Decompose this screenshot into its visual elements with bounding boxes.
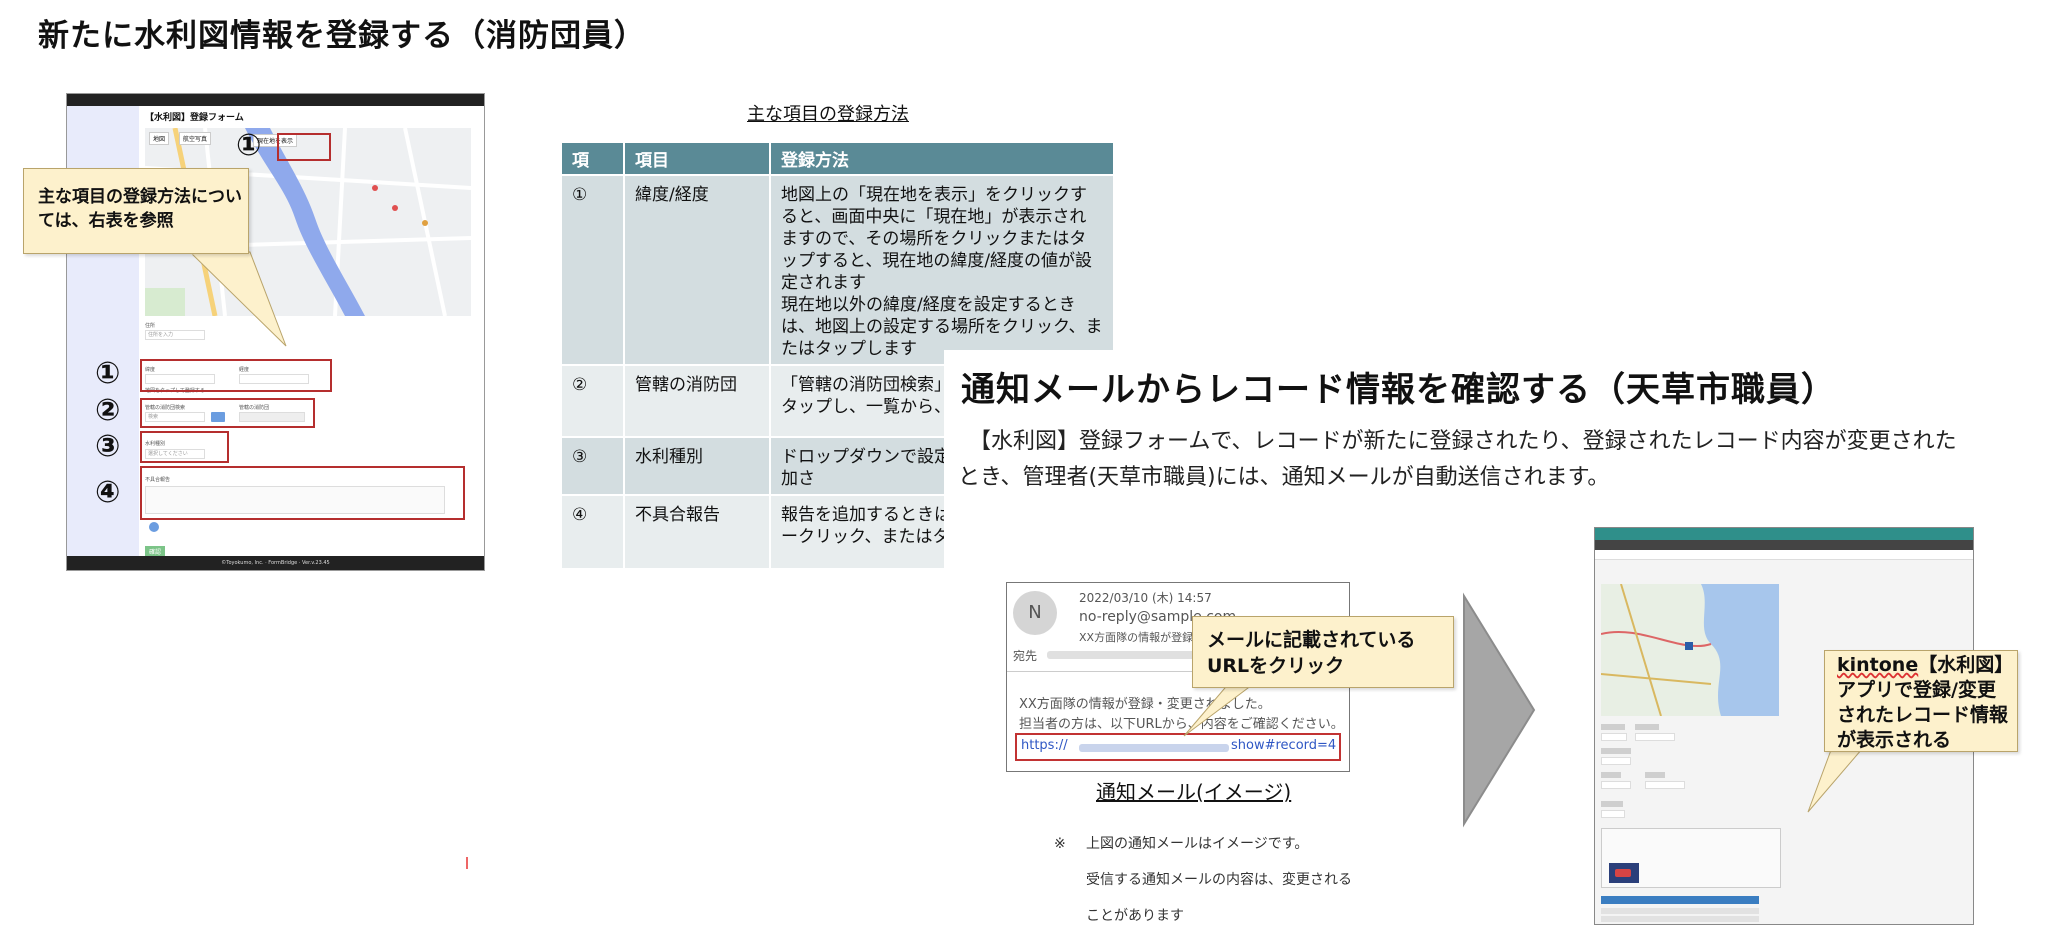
note-mark: ※ [1054,836,1066,852]
table-header-item: 項目 [625,143,769,174]
map-type-map-button[interactable]: 地図 [149,132,170,145]
kintone-field [1635,733,1675,741]
table-header-row: 項 項目 登録方法 [562,143,1113,174]
callout-left: 主な項目の登録方法については、右表を参照 [23,168,249,254]
kintone-field [1601,810,1625,818]
kintone-table-header [1601,896,1759,904]
table-cell-no: ③ [562,438,623,494]
table-cell-no: ④ [562,496,623,568]
divider-mark [466,857,468,869]
kintone-field-label [1601,748,1631,754]
page-title-notify: 通知メールからレコード情報を確認する（天草市職員） [961,362,1840,411]
table-cell-item: 管轄の消防団 [625,366,769,436]
kintone-map [1601,584,1779,716]
notify-description: 【水利図】登録フォームで、レコードが新たに登録されたり、登録されたレコード内容が… [958,424,1978,496]
email-caption: 通知メール(イメージ) [1096,780,1292,804]
kintone-field [1645,781,1685,789]
email-url-start[interactable]: https:// [1021,738,1068,753]
callout-kintone: kintone【水利図】 アプリで登録/変更 されたレコード情報 が表示される [1824,650,2018,752]
callout-kintone-line2: アプリで登録/変更 [1837,679,1996,701]
callout-email-tail [1183,681,1258,737]
table-cell-item: 水利種別 [625,438,769,494]
note-line: 上図の通知メールはイメージです。 [1086,836,1309,852]
kintone-field [1601,757,1631,765]
form-footer: ©Toyokumo, Inc. · FormBridge · Ver.v.23.… [67,556,484,570]
note-line: ことがあります [1086,908,1184,924]
flow-arrow-icon [1463,592,1536,828]
highlight-defect-report [140,466,465,520]
page-title-register: 新たに水利図情報を登録する（消防団員） [38,18,646,54]
kintone-field-label [1601,801,1623,807]
marker-4: ④ [95,475,121,510]
highlight-water-type [140,431,229,463]
kintone-toolbar [1595,540,1973,550]
map-type-satellite-button[interactable]: 航空写真 [179,132,212,145]
callout-kintone-line3: されたレコード情報 [1837,704,2009,726]
marker-1: ① [95,356,121,391]
kintone-field-label [1635,724,1659,730]
highlight-current-location [277,133,331,161]
form-top-bar [67,94,484,106]
marker-2: ② [95,393,121,428]
table-cell-no: ① [562,176,623,364]
table-header-no: 項 [562,143,623,174]
callout-kintone-line1: kintone【水利図】 [1837,653,2017,678]
table-cell-no: ② [562,366,623,436]
email-url-end[interactable]: show#record=4 [1231,738,1336,753]
email-url-redacted[interactable] [1079,744,1229,752]
kintone-breadcrumb [1595,550,1973,560]
table-cell-item: 緯度/経度 [625,176,769,364]
email-to-redacted [1047,651,1197,659]
table-header-method: 登録方法 [771,143,1113,174]
callout-left-tail [188,251,287,347]
kintone-header [1595,528,1973,540]
kintone-table-row [1601,916,1759,922]
sender-avatar: N [1013,591,1057,635]
email-datetime: 2022/03/10 (木) 14:57 [1079,591,1212,605]
email-to-label: 宛先 [1013,649,1038,663]
note-line: 受信する通知メールの内容は、変更される [1086,872,1352,888]
table-cell-method: 地図上の「現在地を表示」をクリックすると、画面中央に「現在地」が表示されますので… [771,176,1113,364]
kintone-field-label [1645,772,1665,778]
add-row-icon[interactable] [149,522,159,532]
email-subject: XX方面隊の情報が登録・ [1079,631,1205,644]
marker-3: ③ [95,429,121,464]
callout-kintone-line4: が表示される [1837,729,1952,751]
form-title: 【水利図】登録フォーム [145,113,244,123]
highlight-fire-brigade [140,398,315,428]
kintone-field-label [1601,772,1621,778]
kintone-field-label [1601,724,1625,730]
address-label: 住所 [145,323,156,329]
kintone-word: kintone [1837,654,1919,676]
callout-email: メールに記載されているURLをクリック [1192,616,1454,688]
marker-1-map: ① [236,128,262,163]
kintone-field [1601,733,1627,741]
table-caption: 主な項目の登録方法 [747,104,909,125]
callout-kintone-app: 【水利図】 [1918,654,2014,676]
table-row: ① 緯度/経度 地図上の「現在地を表示」をクリックすると、画面中央に「現在地」が… [562,176,1113,364]
highlight-latlng [140,359,332,392]
kintone-table-row [1601,908,1759,914]
kintone-map-drawing-icon [1601,584,1779,716]
email-note: ※ 上図の通知メールはイメージです。 受信する通知メールの内容は、変更される こ… [1054,826,1352,934]
kintone-photo [1609,863,1639,883]
kintone-field [1601,781,1631,789]
table-cell-item: 不具合報告 [625,496,769,568]
